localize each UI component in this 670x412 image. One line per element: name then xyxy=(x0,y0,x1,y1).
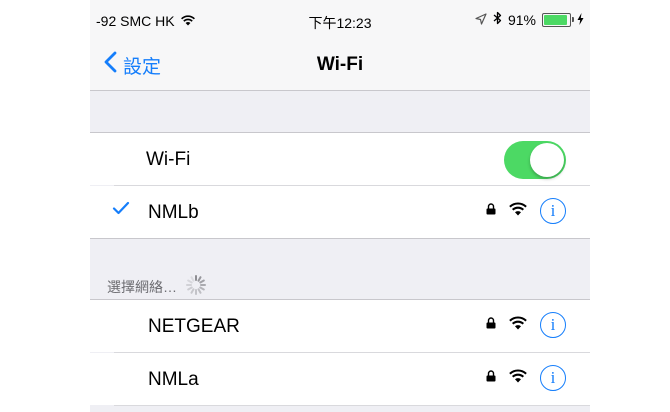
wifi-toggle-switch[interactable] xyxy=(504,141,566,179)
network-name: NMLb xyxy=(148,202,199,223)
info-icon[interactable]: i xyxy=(540,312,566,338)
toggle-knob xyxy=(530,143,564,177)
bluetooth-icon xyxy=(493,11,502,28)
wifi-signal-icon xyxy=(508,201,528,221)
network-name: NMLa xyxy=(148,369,199,390)
lock-icon xyxy=(486,316,496,334)
section-header-label: 選擇網絡… xyxy=(107,278,177,295)
network-row[interactable]: NMLa i xyxy=(90,353,590,405)
checkmark-icon xyxy=(112,201,130,220)
navigation-bar: 設定 Wi-Fi xyxy=(90,40,590,91)
battery-tip xyxy=(572,16,574,22)
wifi-signal-icon xyxy=(508,315,528,335)
wifi-toggle-label: Wi-Fi xyxy=(146,149,191,170)
choose-network-header: 選擇網絡… xyxy=(107,274,207,299)
charging-bolt-icon xyxy=(577,12,584,28)
lock-icon xyxy=(486,202,496,220)
info-icon[interactable]: i xyxy=(540,365,566,391)
group-bottom-border xyxy=(90,238,590,239)
page-title: Wi-Fi xyxy=(316,54,364,75)
wifi-settings-screen: -92 SMC HK 下午12:23 91% 設定 Wi-Fi Wi-Fi NM… xyxy=(90,0,590,412)
network-status-icons: i xyxy=(486,312,566,338)
info-icon[interactable]: i xyxy=(540,198,566,224)
network-status-icons: i xyxy=(486,365,566,391)
connected-network-row[interactable]: NMLb i xyxy=(90,186,590,238)
loading-spinner-icon xyxy=(185,274,207,299)
status-right: 91% xyxy=(475,11,584,28)
lock-icon xyxy=(486,369,496,387)
network-status-icons: i xyxy=(486,198,566,224)
battery-icon xyxy=(542,12,574,27)
status-bar: -92 SMC HK 下午12:23 91% xyxy=(90,0,590,40)
network-row[interactable]: NETGEAR i xyxy=(90,300,590,352)
row-separator xyxy=(114,405,590,406)
location-arrow-icon xyxy=(475,12,487,28)
network-name: NETGEAR xyxy=(148,316,240,337)
wifi-signal-icon xyxy=(508,368,528,388)
battery-level-fill xyxy=(544,14,567,25)
battery-percent: 91% xyxy=(507,11,536,28)
wifi-toggle-row: Wi-Fi xyxy=(90,133,590,185)
